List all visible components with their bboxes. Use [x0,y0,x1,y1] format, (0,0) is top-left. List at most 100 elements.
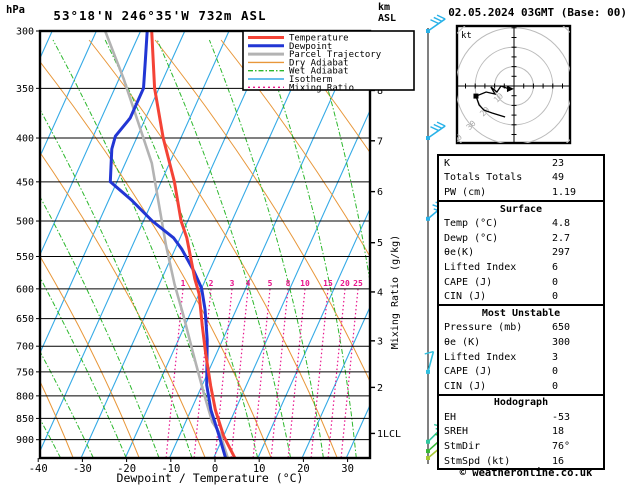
dry-adiabat-line [0,40,7,458]
surface-row: Dewp (°C) 2.7 [439,231,603,246]
stat-label: θe (K) [444,336,481,348]
stat-label: EH [444,411,457,423]
wet-adiabat-line [619,40,629,458]
stat-label: Pressure (mb) [444,322,523,334]
sounding-screenshot: hPa 53°18'N 246°35'W 732m ASL km ASL 02.0… [0,0,629,486]
most-unstable-row: Pressure (mb) 650 [439,321,603,336]
indices-row: Totals Totals 49 [439,171,603,186]
legend-label: Mixing Ratio [289,83,354,93]
isotherm-line [257,207,370,458]
mixing-ratio-value: 4 [246,279,251,288]
hodograph-marker [473,93,479,99]
stat-value: 1.19 [552,186,577,198]
stat-label: Totals Totals [444,172,523,184]
stat-value: 16 [552,455,565,467]
wind-barb [427,125,446,139]
hodograph-stats-title: Hodograph [493,397,549,409]
temp-tick-label: -40 [29,463,48,475]
stat-value: 297 [552,247,571,259]
hodograph-stats-row: StmDir 76° [439,439,603,454]
most-unstable-row: CIN (J) 0 [439,379,603,394]
mixing-ratio-line [252,288,271,458]
stat-value: 300 [552,336,571,348]
wind-barb-feather [436,14,446,20]
dry-adiabat-line [220,39,370,258]
stat-label: K [444,157,451,169]
mixing-ratio-value: 15 [323,279,333,288]
stat-value: 0 [552,291,559,303]
stat-label: PW (cm) [444,186,487,198]
stat-label: CAPE (J) [444,366,493,378]
pressure-tick-label: 600 [16,284,34,295]
wet-adiabat-line [261,39,357,458]
pressure-tick-label: 450 [16,177,34,188]
stat-label: CIN (J) [444,291,487,303]
altitude-tick-label: 5 [377,238,383,249]
isotherm-line [168,31,363,458]
pressure-tick-label: 550 [16,252,34,263]
most-unstable-row: θe (K) 300 [439,335,603,350]
wet-adiabat-line [156,39,292,458]
mixing-ratio-value: 25 [353,279,363,288]
mixing-ratio-value: 20 [340,279,350,288]
stat-value: 0 [552,380,559,392]
indices-table: K 23 Totals Totals 49 PW (cm) 1.19 [437,154,605,202]
hodograph-unit: kt [461,31,472,41]
mixing-ratio-value: 5 [268,279,273,288]
pressure-tick-label: 900 [16,435,34,446]
stat-value: 0 [552,276,559,288]
pressure-tick-label: 750 [16,367,34,378]
altitude-tick-label: 6 [377,187,383,198]
pressure-tick-label: 500 [16,217,34,228]
stat-value: 2.7 [552,232,571,244]
surface-title: Surface [499,203,543,215]
copyright: © weatheronline.co.uk [459,467,593,479]
temperature-axis-label: Dewpoint / Temperature (°C) [116,471,304,485]
altitude-tick-label: 4 [377,287,383,298]
stat-label: SREH [444,426,469,438]
surface-row: CIN (J) 0 [439,289,603,304]
altitude-tick-label: 2 [377,383,383,394]
mixing-ratio-value: 2 [209,279,214,288]
mixing-ratio-value: 1 [181,279,186,288]
most-unstable-row: Lifted Index 3 [439,350,603,365]
stat-label: Lifted Index [444,261,517,273]
altitude-tick-label: 7 [377,136,383,147]
hodograph-stats-row: EH -53 [439,410,603,425]
surface-table: Surface Temp (°C) 4.8 Dewp (°C) 2.7 θe(K… [437,199,605,306]
dewpoint-curve [108,31,228,458]
stat-label: StmSpd (kt) [444,455,511,467]
wind-barb-feather [430,126,439,132]
wind-barb [427,18,446,32]
wet-adiabat-line [52,39,226,458]
indices-row: K 23 [439,156,603,171]
wind-barb-feather [436,121,446,127]
indices-row: PW (cm) 1.19 [439,185,603,200]
most-unstable-table: Most Unstable Pressure (mb) 650 θe (K) 3… [437,303,605,396]
stat-label: CIN (J) [444,380,487,392]
stat-value: 49 [552,172,565,184]
stat-value: 0 [552,366,559,378]
pressure-tick-label: 300 [16,27,34,38]
wet-adiabat-line [208,39,324,458]
surface-row: Temp (°C) 4.8 [439,216,603,231]
wind-barb-feather [433,16,443,22]
wind-barb-feather [430,19,439,25]
surface-row: CAPE (J) 0 [439,275,603,290]
wind-barb [427,351,435,373]
hodograph-table: Hodograph EH -53 SREH 18 StmDir 76° StmS… [437,393,605,471]
mixing-ratio-value: 8 [286,279,291,288]
mixing-ratio-axis-label: Mixing Ratio (g/kg) [390,234,401,350]
pressure-tick-label: 700 [16,342,34,353]
stat-label: Temp (°C) [444,218,499,230]
stat-value: 3 [552,351,559,363]
stat-label: StmDir [444,441,481,453]
stat-label: Lifted Index [444,351,517,363]
most-unstable-title: Most Unstable [481,307,561,319]
stats-tables: K 23 Totals Totals 49 PW (cm) 1.19 Surfa… [437,154,605,471]
pressure-tick-label: 400 [16,134,34,145]
pressure-tick-label: 350 [16,84,34,95]
most-unstable-row: CAPE (J) 0 [439,364,603,379]
wind-barb-feather [433,123,443,129]
stat-value: 650 [552,322,571,334]
